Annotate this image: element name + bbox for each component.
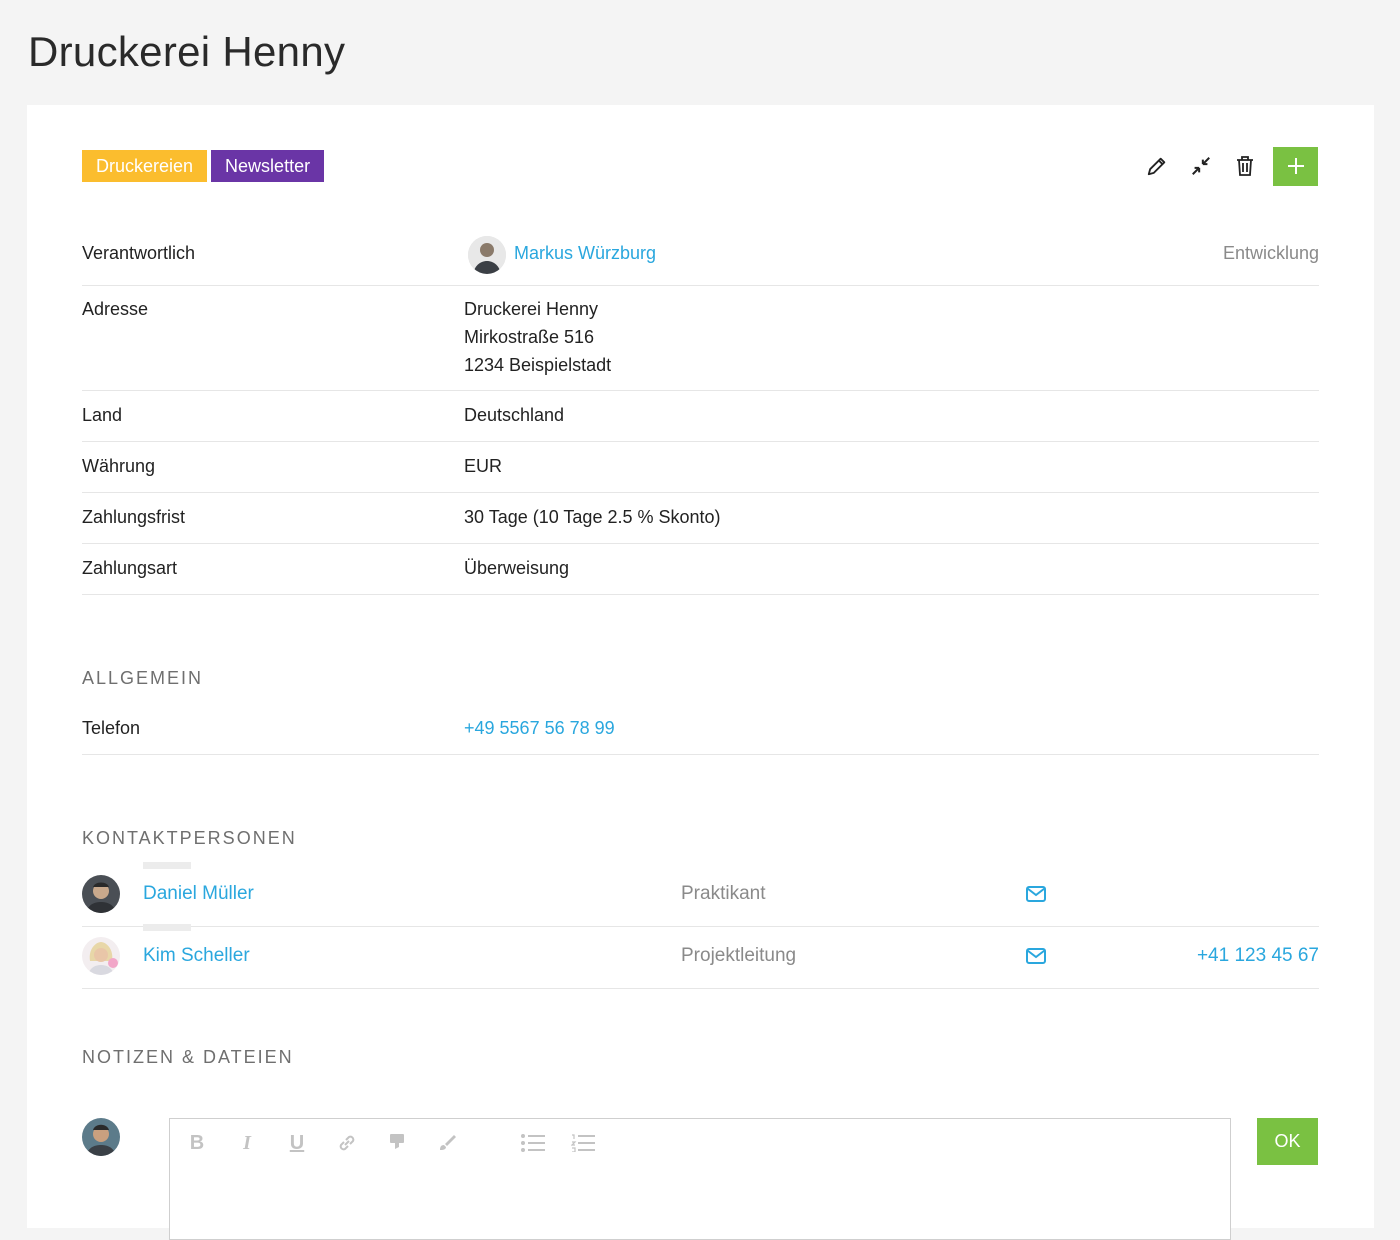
tag-newsletter[interactable]: Newsletter (211, 150, 325, 182)
edit-button[interactable] (1137, 146, 1177, 186)
contact-avatar (82, 937, 120, 975)
contact-avatar (82, 875, 120, 913)
mail-icon[interactable] (1026, 948, 1046, 964)
mail-icon[interactable] (1026, 886, 1046, 902)
contact-name-link[interactable]: Daniel Müller (143, 883, 254, 905)
toolbar (1137, 146, 1318, 186)
row-payment-term: Zahlungsfrist 30 Tage (10 Tage 2.5 % Sko… (82, 493, 1319, 544)
note-editor[interactable]: B I U (169, 1118, 1231, 1240)
payment-term-label: Zahlungsfrist (82, 507, 186, 527)
collapse-icon (1192, 157, 1210, 175)
contact-row: Daniel Müller Praktikant (82, 862, 1319, 927)
responsible-name-link[interactable]: Markus Würzburg (514, 243, 656, 264)
payment-method-value: Überweisung (464, 558, 570, 578)
drag-handle[interactable] (143, 862, 191, 869)
contact-row: Kim Scheller Projektleitung +41 123 45 6… (82, 924, 1319, 989)
avatar (468, 236, 506, 274)
detail-card: Druckereien Newsletter Verantwortlich Ma… (27, 105, 1374, 1240)
brush-icon[interactable] (432, 1129, 462, 1157)
phone-label: Telefon (82, 718, 141, 738)
contact-phone-link[interactable]: +41 123 45 67 (1197, 945, 1319, 967)
address-line2: Mirkostraße 516 (464, 327, 595, 347)
underline-icon[interactable]: U (282, 1129, 312, 1157)
payment-term-value: 30 Tage (10 Tage 2.5 % Skonto) (464, 507, 721, 527)
ok-button[interactable]: OK (1257, 1118, 1318, 1165)
highlight-icon[interactable] (382, 1129, 412, 1157)
trash-icon (1237, 156, 1253, 176)
section-heading-general: ALLGEMEIN (82, 668, 204, 688)
bullet-list-icon[interactable] (518, 1129, 548, 1157)
collapse-button[interactable] (1181, 146, 1221, 186)
contact-role: Projektleitung (681, 945, 797, 966)
tag-list: Druckereien Newsletter (82, 150, 325, 182)
contact-role: Praktikant (681, 883, 766, 904)
plus-icon (1287, 158, 1304, 174)
section-heading-notes: NOTIZEN & DATEIEN (82, 1047, 294, 1067)
responsible-label: Verantwortlich (82, 243, 196, 263)
numbered-list-icon[interactable] (568, 1129, 598, 1157)
country-value: Deutschland (464, 405, 565, 425)
row-payment-method: Zahlungsart Überweisung (82, 544, 1319, 595)
section-heading-contacts: KONTAKTPERSONEN (82, 828, 297, 848)
currency-label: Währung (82, 456, 156, 476)
italic-icon[interactable]: I (232, 1129, 262, 1157)
country-label: Land (82, 405, 123, 425)
pencil-icon (1147, 157, 1166, 176)
row-address: Adresse Druckerei Henny Mirkostraße 516 … (82, 285, 1319, 391)
row-responsible: Verantwortlich Markus Würzburg Entwicklu… (82, 229, 1319, 286)
contact-name-link[interactable]: Kim Scheller (143, 945, 250, 967)
payment-method-label: Zahlungsart (82, 558, 178, 578)
address-line3: 1234 Beispielstadt (464, 355, 612, 375)
currency-value: EUR (464, 456, 503, 476)
row-country: Land Deutschland (82, 391, 1319, 442)
drag-handle[interactable] (143, 924, 191, 931)
row-currency: Währung EUR (82, 442, 1319, 493)
phone-link[interactable]: +49 5567 56 78 99 (464, 714, 615, 742)
address-line1: Druckerei Henny (464, 299, 599, 319)
address-value: Druckerei Henny Mirkostraße 516 1234 Bei… (464, 295, 611, 379)
delete-button[interactable] (1225, 146, 1265, 186)
link-icon[interactable] (332, 1129, 362, 1157)
tag-druckereien[interactable]: Druckereien (82, 150, 208, 182)
page-title: Druckerei Henny (28, 28, 346, 75)
row-phone: Telefon +49 5567 56 78 99 (82, 704, 1319, 755)
add-button[interactable] (1273, 146, 1318, 186)
address-label: Adresse (82, 299, 149, 319)
responsible-department: Entwicklung (1222, 243, 1319, 263)
current-user-avatar (82, 1118, 120, 1156)
bold-icon[interactable]: B (182, 1129, 212, 1157)
